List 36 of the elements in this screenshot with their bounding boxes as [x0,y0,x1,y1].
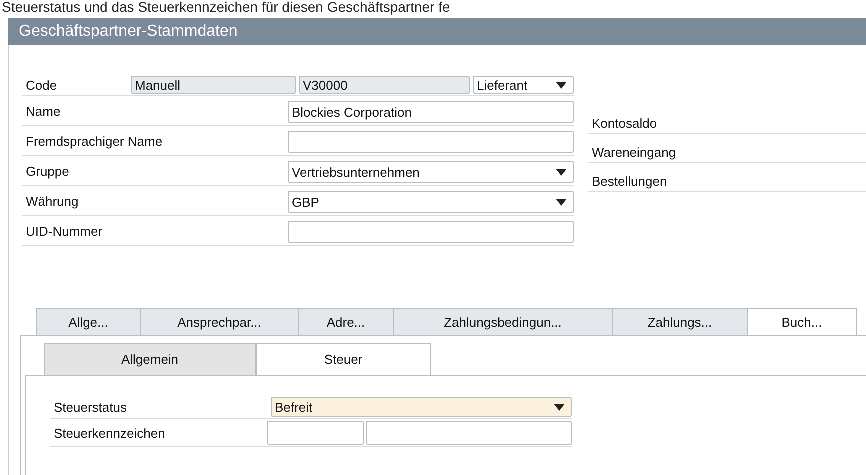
tab[interactable]: Ansprechpar... [140,308,299,335]
dropdown-field[interactable]: Befreit [271,397,572,417]
tab[interactable]: Allge... [36,308,141,335]
caret-icon [556,168,567,176]
field-label: Gruppe [25,162,70,181]
dropdown-field[interactable]: GBP [288,191,574,213]
field-label: Steuerkennzeichen [53,424,166,442]
tab[interactable]: Zahlungs... [612,308,748,335]
dropdown-field[interactable]: Lieferant [473,76,574,94]
input-field[interactable] [366,421,572,445]
field-label: Wareneingang [591,145,676,160]
field-label: UID-Nummer [25,222,104,240]
field-label: Steuerstatus [53,398,128,416]
input-field[interactable] [288,131,574,153]
tab[interactable]: Adre... [298,308,394,335]
input-field[interactable] [267,421,364,445]
field-label: Code [25,76,58,94]
window-title: Geschäftspartner-Stammdaten [18,22,238,40]
input-field[interactable]: Manuell [131,76,296,94]
caret-icon [556,82,567,88]
caption-text: Steuerstatus und das Steuerkennzeichen für diesen Geschäftspartner fe [1,0,452,17]
field-label: Name [25,102,62,120]
field-label: Kontosaldo [591,116,658,131]
dropdown-field[interactable]: Vertriebsunternehmen [288,161,574,183]
caret-icon [554,404,565,410]
field-label: Fremdsprachiger Name [25,132,164,151]
field-label: Währung [25,192,80,211]
input-field[interactable]: Blockies Corporation [288,101,574,123]
field-label: Bestellungen [591,174,668,189]
tab[interactable]: Steuer [256,343,431,375]
tab[interactable]: Buch... [747,308,857,335]
tab[interactable]: Zahlungsbedingun... [393,308,613,335]
input-field[interactable]: V30000 [299,76,470,94]
caret-icon [556,198,567,206]
tab[interactable]: Allgemein [44,343,256,375]
input-field[interactable] [288,221,574,243]
